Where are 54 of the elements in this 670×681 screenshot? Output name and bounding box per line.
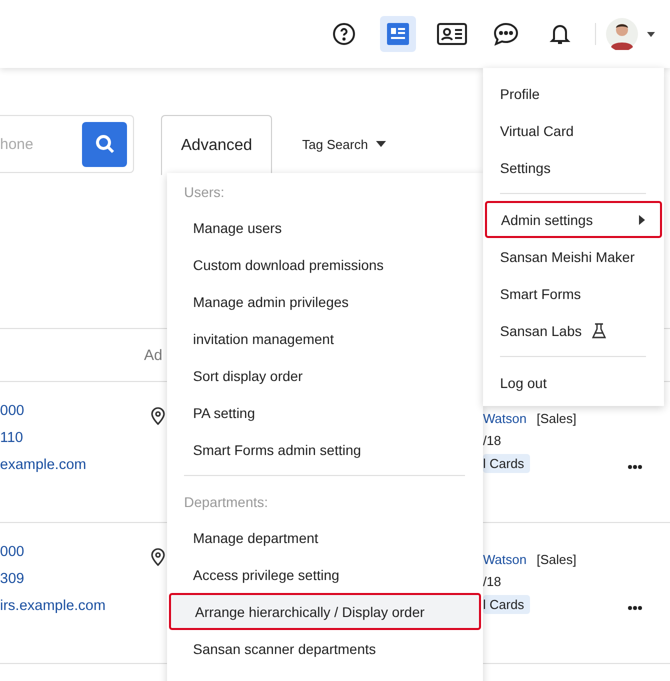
- department-text: [Sales]: [536, 410, 576, 428]
- search-button[interactable]: [82, 122, 127, 166]
- menu-item[interactable]: Sansan Meishi Maker: [483, 238, 664, 275]
- contact-link[interactable]: 110: [0, 429, 150, 448]
- owner-link[interactable]: Watson: [483, 551, 527, 569]
- menu-item[interactable]: Manage users: [167, 209, 483, 246]
- menu-item[interactable]: Arrange hierarchically / Display order: [169, 593, 481, 630]
- contact-link[interactable]: irs.example.com: [0, 597, 150, 616]
- tag: l Cards: [483, 454, 530, 473]
- chat-bubble-icon: [493, 22, 519, 46]
- section-heading: Departments:: [183, 493, 270, 512]
- menu-item[interactable]: Settings: [483, 149, 664, 186]
- date-text: /18: [483, 573, 502, 591]
- flask-icon: [592, 322, 606, 338]
- caret-icon[interactable]: [646, 30, 656, 38]
- menu-item[interactable]: Sort display order: [167, 357, 483, 394]
- location-pin-icon: [151, 548, 165, 566]
- location-pin-icon: [151, 407, 165, 425]
- menu-item[interactable]: Log out: [483, 364, 664, 401]
- search-icon: [94, 134, 114, 154]
- caret-icon: [638, 214, 646, 224]
- contact-link[interactable]: 309: [0, 570, 150, 589]
- menu-item[interactable]: Access privilege setting: [167, 556, 483, 593]
- contact-link[interactable]: 000: [0, 402, 150, 421]
- menu-item[interactable]: invitation management: [167, 320, 483, 357]
- more-icon[interactable]: [627, 605, 643, 611]
- date-text: /18: [483, 432, 502, 450]
- department-text: [Sales]: [536, 551, 576, 569]
- contact-link[interactable]: example.com: [0, 456, 150, 475]
- menu-item[interactable]: Profile: [483, 75, 664, 112]
- menu-item[interactable]: Custom download premissions: [167, 246, 483, 283]
- id-card-icon: [437, 22, 467, 46]
- column-header: Ad: [144, 346, 162, 364]
- list-icon: [386, 22, 410, 46]
- contact-link[interactable]: 000: [0, 543, 150, 562]
- section-heading: Users:: [183, 183, 226, 202]
- list-view-button[interactable]: [380, 16, 416, 52]
- menu-item[interactable]: Admin settings: [485, 201, 662, 238]
- avatar[interactable]: [606, 18, 638, 50]
- menu-item[interactable]: Manage department: [167, 519, 483, 556]
- menu-item[interactable]: Virtual Card: [483, 112, 664, 149]
- search-tab[interactable]: Advanced: [161, 115, 272, 175]
- owner-link[interactable]: Watson: [483, 410, 527, 428]
- tag: l Cards: [483, 595, 530, 614]
- menu-item[interactable]: Manage admin privileges: [167, 283, 483, 320]
- menu-item[interactable]: Sansan scanner departments: [167, 630, 483, 667]
- bell-icon: [548, 22, 572, 46]
- menu-item[interactable]: Smart Forms admin setting: [167, 431, 483, 468]
- help-icon: [332, 22, 356, 46]
- menu-item[interactable]: Smart Forms: [483, 275, 664, 312]
- menu-item[interactable]: Sansan Labs: [483, 312, 664, 349]
- caret-icon: [376, 141, 386, 147]
- menu-item[interactable]: PA setting: [167, 394, 483, 431]
- more-icon[interactable]: [627, 464, 643, 470]
